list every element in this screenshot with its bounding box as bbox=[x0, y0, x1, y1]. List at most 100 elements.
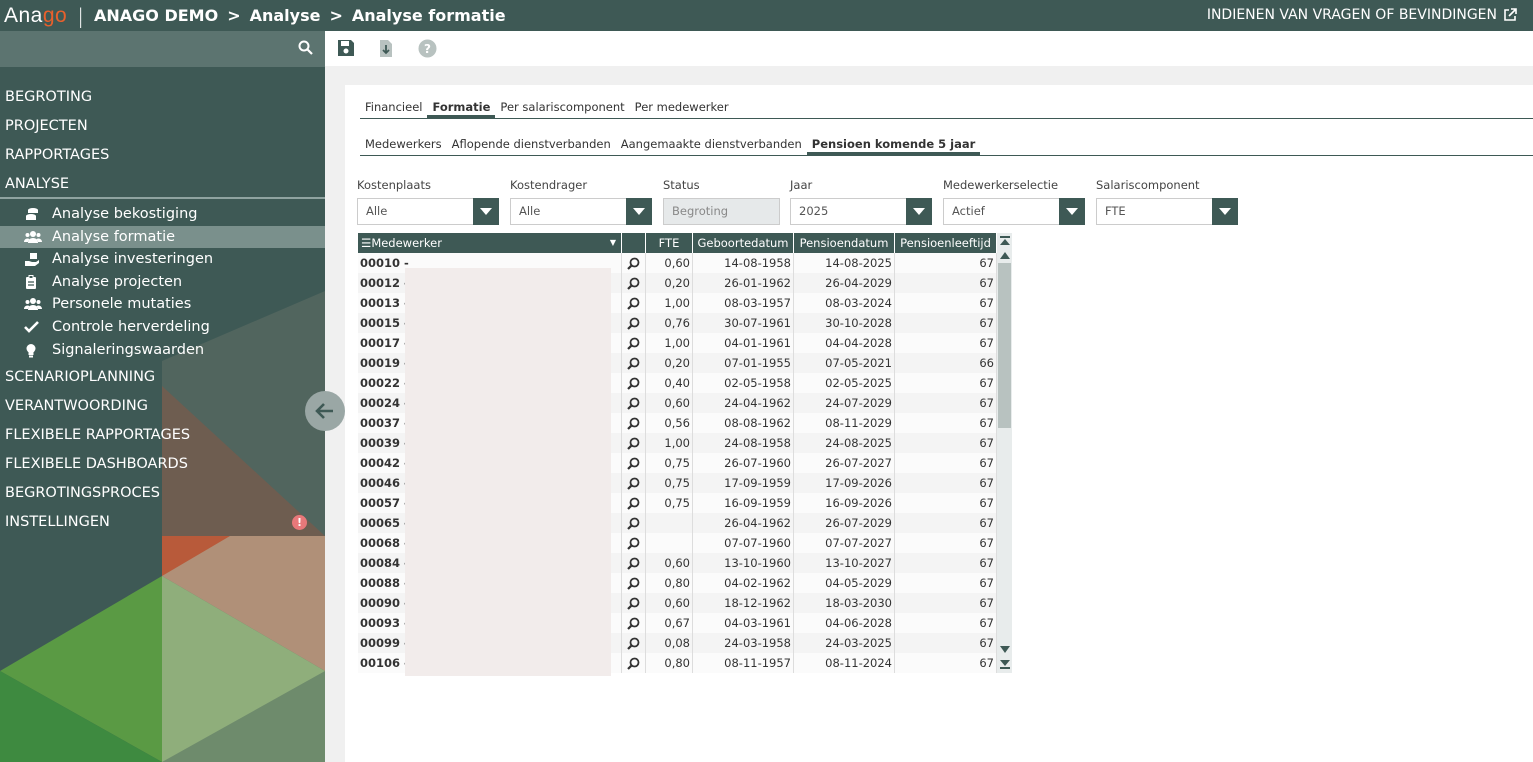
sidebar-subitem-controle-herverdeling[interactable]: Controle herverdeling bbox=[0, 316, 325, 339]
cell-details[interactable] bbox=[622, 653, 646, 673]
collapse-sidebar-button[interactable] bbox=[305, 391, 345, 431]
magnifier-icon[interactable] bbox=[627, 377, 640, 390]
cell-details[interactable] bbox=[622, 513, 646, 533]
cell-details[interactable] bbox=[622, 373, 646, 393]
chevron-down-icon[interactable] bbox=[626, 198, 652, 225]
medewerkerselectie-select[interactable]: Actief bbox=[943, 198, 1085, 225]
breadcrumb-analyse[interactable]: Analyse bbox=[250, 6, 321, 25]
kostenplaats-select[interactable]: Alle bbox=[357, 198, 499, 225]
magnifier-icon[interactable] bbox=[627, 657, 640, 670]
sidebar-item-analyse[interactable]: ANALYSE bbox=[0, 170, 325, 199]
column-header-geboortedatum[interactable]: Geboortedatum bbox=[693, 233, 794, 253]
column-header-pensioenleeftijd[interactable]: Pensioenleeftijd bbox=[895, 233, 997, 253]
breadcrumb-org[interactable]: ANAGO DEMO bbox=[94, 6, 218, 25]
sidebar-subitem-analyse-investeringen[interactable]: Analyse investeringen bbox=[0, 248, 325, 271]
cell-details[interactable] bbox=[622, 473, 646, 493]
cell-details[interactable] bbox=[622, 613, 646, 633]
tab-aflopende-dienstverbanden[interactable]: Aflopende dienstverbanden bbox=[447, 136, 616, 155]
tab-per-salariscomponent[interactable]: Per salariscomponent bbox=[495, 99, 629, 118]
chevron-down-icon[interactable] bbox=[1059, 198, 1085, 225]
magnifier-icon[interactable] bbox=[627, 577, 640, 590]
jaar-select[interactable]: 2025 bbox=[790, 198, 932, 225]
sidebar-item-scenarioplanning[interactable]: SCENARIOPLANNING bbox=[0, 363, 325, 392]
cell-details[interactable] bbox=[622, 553, 646, 573]
cell-details[interactable] bbox=[622, 413, 646, 433]
sidebar-item-begrotingsproces[interactable]: BEGROTINGSPROCES bbox=[0, 479, 325, 508]
magnifier-icon[interactable] bbox=[627, 317, 640, 330]
magnifier-icon[interactable] bbox=[627, 357, 640, 370]
cell-details[interactable] bbox=[622, 393, 646, 413]
sidebar-item-flexibele-dashboards[interactable]: FLEXIBELE DASHBOARDS bbox=[0, 450, 325, 479]
scroll-down-icon[interactable] bbox=[997, 643, 1012, 655]
chevron-down-icon[interactable] bbox=[473, 198, 499, 225]
magnifier-icon[interactable] bbox=[627, 437, 640, 450]
magnifier-icon[interactable] bbox=[627, 497, 640, 510]
cell-details[interactable] bbox=[622, 633, 646, 653]
cell-details[interactable] bbox=[622, 453, 646, 473]
sidebar-subitem-personele-mutaties[interactable]: Personele mutaties bbox=[0, 293, 325, 316]
cell-details[interactable] bbox=[622, 573, 646, 593]
sidebar-subitem-analyse-bekostiging[interactable]: Analyse bekostiging bbox=[0, 203, 325, 226]
magnifier-icon[interactable] bbox=[627, 417, 640, 430]
cell-details[interactable] bbox=[622, 253, 646, 273]
cell-details[interactable] bbox=[622, 533, 646, 553]
search-icon[interactable] bbox=[298, 40, 313, 55]
grid-scrollbar[interactable] bbox=[997, 233, 1012, 673]
tab-pensioen-komende-5-jaar[interactable]: Pensioen komende 5 jaar bbox=[806, 136, 981, 155]
cell-details[interactable] bbox=[622, 313, 646, 333]
menu-icon[interactable]: ☰ bbox=[361, 236, 371, 250]
magnifier-icon[interactable] bbox=[627, 337, 640, 350]
tab-medewerkers[interactable]: Medewerkers bbox=[360, 136, 447, 155]
magnifier-icon[interactable] bbox=[627, 257, 640, 270]
scroll-thumb[interactable] bbox=[998, 263, 1011, 428]
magnifier-icon[interactable] bbox=[627, 477, 640, 490]
sidebar-item-flexibele-rapportages[interactable]: FLEXIBELE RAPPORTAGES bbox=[0, 421, 325, 450]
cell-details[interactable] bbox=[622, 333, 646, 353]
sort-down-icon[interactable]: ▼ bbox=[610, 233, 616, 253]
download-icon[interactable] bbox=[378, 39, 394, 58]
sidebar-subitem-analyse-formatie[interactable]: Analyse formatie bbox=[0, 225, 325, 249]
magnifier-icon[interactable] bbox=[627, 457, 640, 470]
cell-details[interactable] bbox=[622, 593, 646, 613]
save-icon[interactable] bbox=[337, 39, 355, 57]
cell-details[interactable] bbox=[622, 353, 646, 373]
magnifier-icon[interactable] bbox=[627, 537, 640, 550]
sidebar-item-rapportages[interactable]: RAPPORTAGES bbox=[0, 141, 325, 170]
feedback-link[interactable]: INDIENEN VAN VRAGEN OF BEVINDINGEN bbox=[1207, 7, 1517, 23]
magnifier-icon[interactable] bbox=[627, 517, 640, 530]
sidebar-item-begroting[interactable]: BEGROTING bbox=[0, 83, 325, 112]
cell-details[interactable] bbox=[622, 293, 646, 313]
magnifier-icon[interactable] bbox=[627, 637, 640, 650]
cell-details[interactable] bbox=[622, 493, 646, 513]
tab-per-medewerker[interactable]: Per medewerker bbox=[630, 99, 734, 118]
cell-details[interactable] bbox=[622, 273, 646, 293]
scroll-up-icon[interactable] bbox=[997, 249, 1012, 261]
salariscomponent-select[interactable]: FTE bbox=[1096, 198, 1238, 225]
chevron-down-icon[interactable] bbox=[906, 198, 932, 225]
help-icon[interactable]: ? bbox=[418, 39, 437, 58]
sidebar-item-verantwoording[interactable]: VERANTWOORDING bbox=[0, 392, 325, 421]
scroll-top-icon[interactable] bbox=[997, 234, 1012, 246]
magnifier-icon[interactable] bbox=[627, 597, 640, 610]
tab-formatie[interactable]: Formatie bbox=[427, 99, 496, 118]
magnifier-icon[interactable] bbox=[627, 297, 640, 310]
sidebar-search[interactable] bbox=[0, 31, 325, 67]
column-header-pensioendatum[interactable]: Pensioendatum bbox=[794, 233, 895, 253]
tab-aangemaakte-dienstverbanden[interactable]: Aangemaakte dienstverbanden bbox=[616, 136, 807, 155]
magnifier-icon[interactable] bbox=[627, 277, 640, 290]
sidebar-item-projecten[interactable]: PROJECTEN bbox=[0, 112, 325, 141]
scroll-bottom-icon[interactable] bbox=[997, 658, 1012, 670]
magnifier-icon[interactable] bbox=[627, 557, 640, 570]
column-header-medewerker[interactable]: ☰Medewerker ▼ bbox=[358, 233, 622, 253]
magnifier-icon[interactable] bbox=[627, 617, 640, 630]
chevron-down-icon[interactable] bbox=[1212, 198, 1238, 225]
anago-logo[interactable]: Anago bbox=[4, 4, 67, 28]
sidebar-item-instellingen[interactable]: INSTELLINGEN ! bbox=[0, 508, 325, 537]
column-header-fte[interactable]: FTE bbox=[646, 233, 693, 253]
sidebar-subitem-analyse-projecten[interactable]: Analyse projecten bbox=[0, 271, 325, 294]
cell-details[interactable] bbox=[622, 433, 646, 453]
magnifier-icon[interactable] bbox=[627, 397, 640, 410]
kostendrager-select[interactable]: Alle bbox=[510, 198, 652, 225]
sidebar-subitem-signaleringswaarden[interactable]: Signaleringswaarden bbox=[0, 339, 325, 362]
tab-financieel[interactable]: Financieel bbox=[360, 99, 427, 118]
